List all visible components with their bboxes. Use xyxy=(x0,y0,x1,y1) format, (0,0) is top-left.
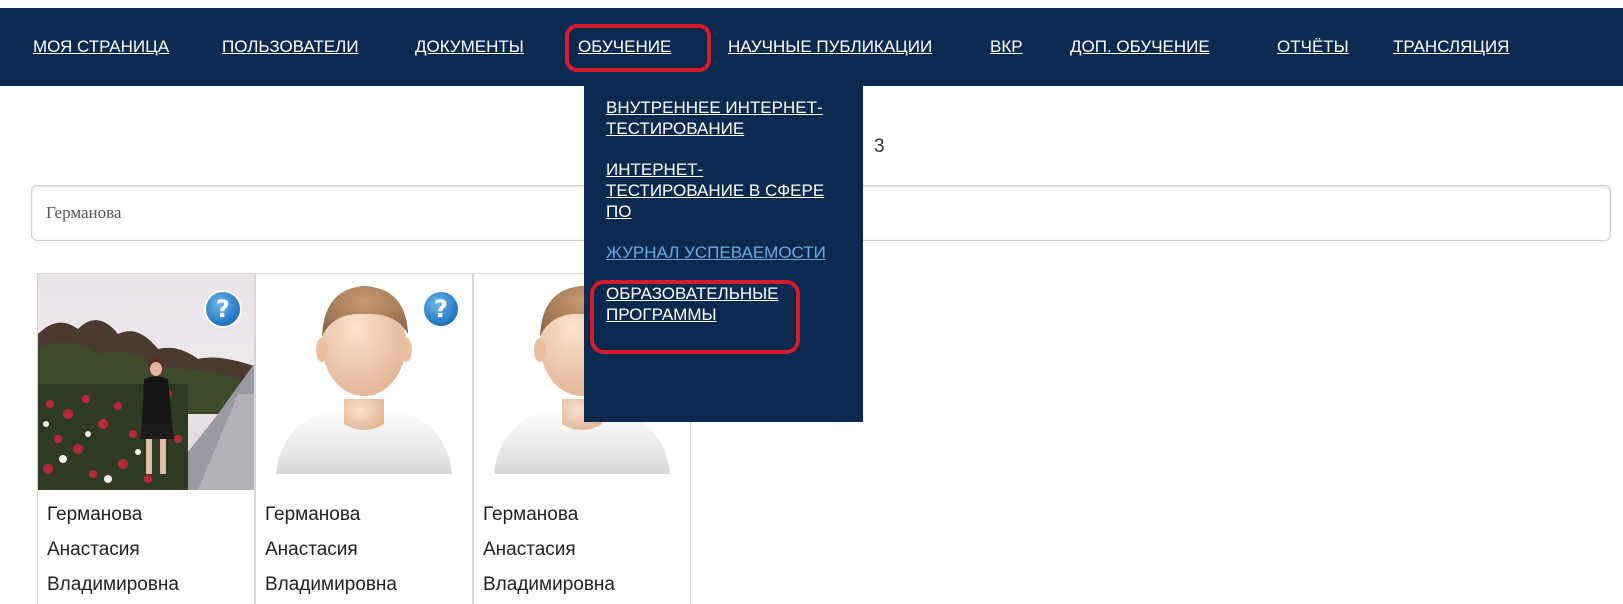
question-icon[interactable]: ? xyxy=(206,292,240,326)
nav-reports[interactable]: ОТЧЁТЫ xyxy=(1277,8,1349,86)
user-full-name: Германова Анастасия Владимировна xyxy=(47,504,179,595)
question-icon[interactable]: ? xyxy=(424,292,458,326)
results-count: 3 xyxy=(874,136,885,157)
nav-my-page[interactable]: МОЯ СТРАНИЦА xyxy=(33,8,169,86)
nav-publications[interactable]: НАУЧНЫЕ ПУБЛИКАЦИИ xyxy=(728,8,932,86)
nav-extra-education[interactable]: ДОП. ОБУЧЕНИЕ xyxy=(1070,8,1210,86)
nav-vkr[interactable]: ВКР xyxy=(990,8,1023,86)
gradebook-highlight-annotation xyxy=(590,280,800,354)
user-full-name: Германова Анастасия Владимировна xyxy=(483,504,615,595)
top-navigation: МОЯ СТРАНИЦА ПОЛЬЗОВАТЕЛИ ДОКУМЕНТЫ ОБУЧ… xyxy=(0,0,1623,86)
menu-item-software-testing[interactable]: ИНТЕРНЕТ-ТЕСТИРОВАНИЕ В СФЕРЕ ПО xyxy=(606,159,836,222)
default-avatar-icon: ? xyxy=(256,274,472,490)
user-card[interactable]: ? Германова Анастасия Владимировна xyxy=(255,273,473,604)
user-full-name: Германова Анастасия Владимировна xyxy=(265,504,397,595)
user-card[interactable]: ? Германова Анастасия Владимировна xyxy=(37,273,255,604)
nav-broadcast[interactable]: ТРАНСЛЯЦИЯ xyxy=(1393,8,1509,86)
education-highlight-annotation xyxy=(565,24,711,72)
nav-users[interactable]: ПОЛЬЗОВАТЕЛИ xyxy=(222,8,359,86)
education-dropdown-menu: ВНУТРЕННЕЕ ИНТЕРНЕТ-ТЕСТИРОВАНИЕ ИНТЕРНЕ… xyxy=(584,82,863,422)
page: МОЯ СТРАНИЦА ПОЛЬЗОВАТЕЛИ ДОКУМЕНТЫ ОБУЧ… xyxy=(0,0,1623,604)
menu-item-internal-testing[interactable]: ВНУТРЕННЕЕ ИНТЕРНЕТ-ТЕСТИРОВАНИЕ xyxy=(606,97,836,139)
user-photo: ? xyxy=(38,274,254,490)
nav-documents[interactable]: ДОКУМЕНТЫ xyxy=(415,8,524,86)
menu-item-gradebook[interactable]: ЖУРНАЛ УСПЕВАЕМОСТИ xyxy=(606,242,836,263)
